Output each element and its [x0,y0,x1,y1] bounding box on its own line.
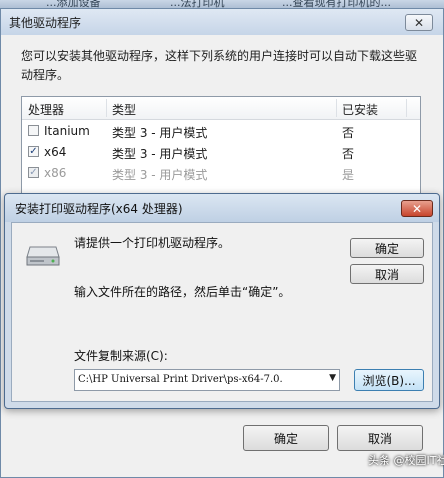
close-button[interactable]: ✕ [401,200,433,217]
type-cell: 类型 3 - 用户模式 [112,168,208,182]
drive-icon [26,246,60,266]
strip-text: ...法打印机 [170,0,225,8]
strip-text: ...查看现有打印机的... [282,0,391,8]
background-window-strip: ...添加设备 ...法打印机 ...查看现有打印机的... [0,0,444,8]
column-separator [106,99,107,117]
type-cell: 类型 3 - 用户模式 [112,147,208,161]
list-item[interactable]: Itanium 类型 3 - 用户模式 否 [22,121,420,142]
chevron-down-icon[interactable]: ▼ [329,373,336,383]
source-label: 文件复制来源(C): [74,349,168,363]
installed-cell: 否 [342,126,355,140]
list-item[interactable]: ✓ x64 类型 3 - 用户模式 否 [22,142,420,163]
watermark: 头条 @校园IT社区 [368,454,444,467]
checkbox[interactable]: ✓ [28,167,39,178]
path-instruction: 输入文件所在的路径，然后单击“确定”。 [74,285,291,299]
type-cell: 类型 3 - 用户模式 [112,126,208,140]
list-item[interactable]: ✓ x86 类型 3 - 用户模式 是 [22,163,420,184]
processor-cell: Itanium [44,124,90,138]
checkbox[interactable] [28,125,39,136]
installed-cell: 否 [342,147,355,161]
column-header-type[interactable]: 类型 [112,101,136,118]
column-separator [406,99,407,117]
processor-list: 处理器 类型 已安装 Itanium 类型 3 - 用户模式 否 ✓ x64 类… [21,96,421,198]
dialog-title-bar: 安装打印驱动程序(x64 处理器) ✕ [5,194,439,222]
dialog-title: 其他驱动程序 [9,16,82,30]
browse-button[interactable]: 浏览(B)... [354,369,424,391]
dialog-description: 您可以安装其他驱动程序，这样下列系统的用户连接时可以自动下载这些驱动程序。 [21,49,418,82]
installed-cell: 是 [342,168,355,182]
processor-cell: x86 [44,166,67,180]
close-button[interactable]: ✕ [405,14,433,31]
dialog-title: 安装打印驱动程序(x64 处理器) [15,202,183,216]
close-icon: ✕ [413,15,425,30]
processor-cell: x64 [44,145,67,159]
dialog-body: 请提供一个打印机驱动程序。 确定 取消 输入文件所在的路径，然后单击“确定”。 … [11,222,433,402]
column-separator [336,99,337,117]
ok-button[interactable]: 确定 [243,425,329,451]
source-path-value[interactable]: C:\HP Universal Print Driver\ps-x64-7.0. [78,374,320,385]
cancel-button[interactable]: 取消 [337,425,423,451]
driver-prompt: 请提供一个打印机驱动程序。 [74,236,231,250]
source-path-combobox[interactable]: C:\HP Universal Print Driver\ps-x64-7.0.… [74,369,340,391]
checkbox[interactable]: ✓ [28,146,39,157]
list-header: 处理器 类型 已安装 [22,97,420,120]
column-header-installed[interactable]: 已安装 [342,101,378,118]
ok-button[interactable]: 确定 [350,238,424,258]
strip-text: ...添加设备 [46,0,101,8]
cancel-button[interactable]: 取消 [350,264,424,284]
install-print-driver-dialog: 安装打印驱动程序(x64 处理器) ✕ 请提供一个打印机驱动程序。 确定 取消 … [4,193,440,409]
column-header-processor[interactable]: 处理器 [28,101,64,118]
close-icon: ✕ [411,201,423,216]
dialog-title-bar: 其他驱动程序 ✕ [1,9,443,35]
